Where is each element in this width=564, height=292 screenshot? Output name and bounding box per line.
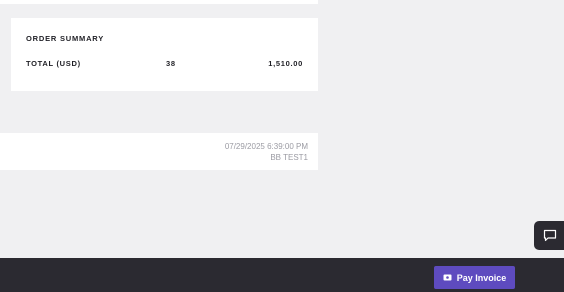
invoice-user: BB TEST1 [270,153,308,162]
pay-invoice-label: Pay Invoice [456,272,507,283]
money-icon [443,274,452,281]
footer-bar: Pay Invoice [0,258,564,292]
chat-button[interactable] [534,221,564,250]
order-summary-card: ORDER SUMMARY TOTAL (USD) 38 1,510.00 [11,18,318,91]
pay-invoice-button[interactable]: Pay Invoice [434,266,515,289]
total-label: TOTAL (USD) [26,59,81,68]
total-amount: 1,510.00 [268,59,303,68]
invoice-datetime: 07/29/2025 6:39:00 PM [224,142,308,151]
chat-bubble-icon [543,229,557,242]
invoice-meta-card: 07/29/2025 6:39:00 PM BB TEST1 [0,133,318,170]
order-summary-title: ORDER SUMMARY [26,34,105,43]
previous-card-edge [0,0,318,4]
total-quantity: 38 [166,59,176,68]
